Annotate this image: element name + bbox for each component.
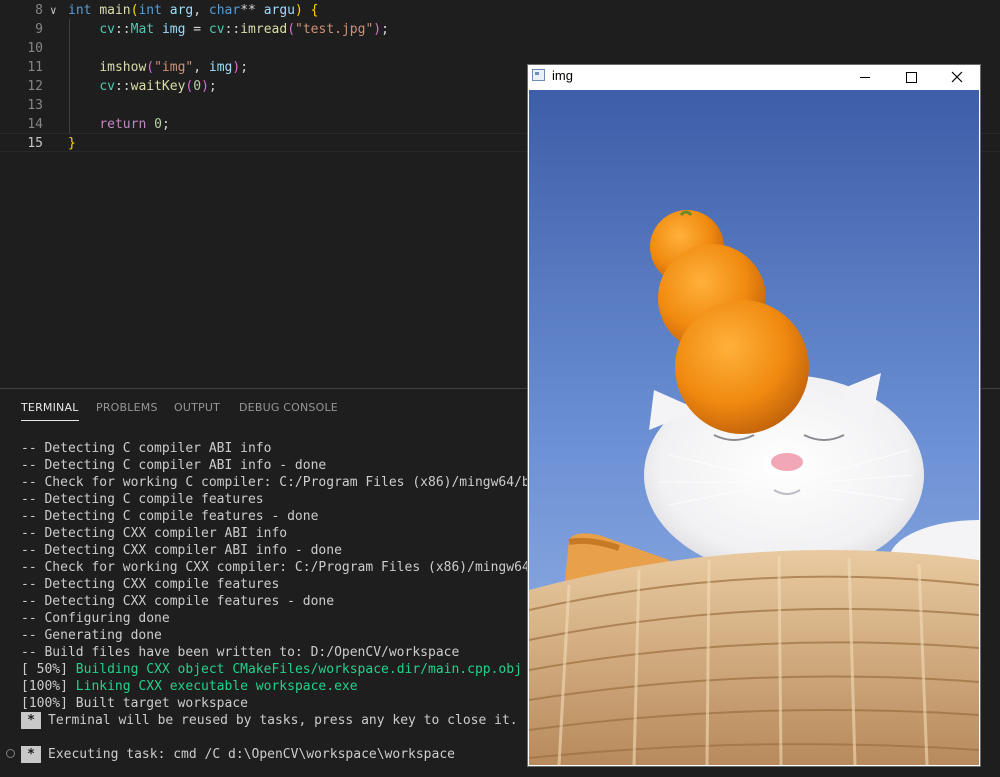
build-line: [100%] Built target workspace [21, 695, 248, 712]
line-number: 12 [27, 79, 43, 94]
line-number: 13 [27, 98, 43, 113]
tab-debug-console[interactable]: DEBUG CONSOLE [239, 401, 338, 414]
window-titlebar[interactable]: img [528, 65, 980, 90]
close-icon[interactable] [934, 65, 980, 90]
code-text: cv::waitKey(0); [99, 79, 217, 94]
code-text: cv::Mat img = cv::imread("test.jpg"); [99, 22, 389, 37]
terminal-line: -- Configuring done [21, 611, 170, 626]
code-text: return 0; [99, 117, 170, 132]
terminal-line: -- Generating done [21, 628, 162, 643]
build-message: Built target workspace [75, 696, 248, 711]
build-message: Building CXX object CMakeFiles/workspace… [75, 662, 522, 677]
task-star-badge: * [21, 746, 41, 763]
code-line[interactable]: 9 cv::Mat img = cv::imread("test.jpg"); [0, 20, 1000, 39]
reuse-message: Terminal will be reused by tasks, press … [48, 713, 518, 728]
window-app-icon [532, 69, 545, 81]
terminal-line: -- Detecting C compiler ABI info - done [21, 458, 327, 473]
code-line[interactable]: 10 [0, 39, 1000, 58]
image-display [529, 90, 979, 765]
code-text: imshow("img", img); [99, 60, 249, 75]
task-star-badge: * [21, 712, 41, 729]
minimize-icon[interactable] [842, 65, 888, 90]
build-progress: [100%] [21, 679, 76, 694]
tab-problems[interactable]: PROBLEMS [96, 401, 158, 414]
terminal-line: -- Detecting CXX compiler ABI info [21, 526, 288, 541]
terminal-line: -- Detecting C compile features - done [21, 509, 319, 524]
opencv-image-window[interactable]: img [528, 65, 980, 766]
tab-terminal[interactable]: TERMINAL [21, 401, 79, 421]
build-progress: [100%] [21, 696, 76, 711]
line-number: 11 [27, 60, 43, 75]
code-text: int main(int arg, char** argu) { [68, 3, 319, 18]
terminal-line: -- Build files have been written to: D:/… [21, 645, 460, 660]
code-text: } [68, 136, 76, 151]
terminal-line: -- Detecting CXX compile features [21, 577, 280, 592]
code-line[interactable]: 8 ∨ int main(int arg, char** argu) { [0, 1, 1000, 20]
cat-with-oranges-photo [529, 90, 979, 765]
line-number: 9 [35, 22, 43, 37]
line-number: 10 [27, 41, 43, 56]
terminal-line: -- Detecting C compiler ABI info [21, 441, 272, 456]
build-progress: [ 50%] [21, 662, 76, 677]
maximize-icon[interactable] [888, 65, 934, 90]
terminal-line: -- Detecting C compile features [21, 492, 264, 507]
terminal-reuse-line: * Terminal will be reused by tasks, press… [21, 712, 518, 729]
line-number: 15 [27, 136, 43, 151]
build-message: Linking CXX executable workspace.exe [75, 679, 358, 694]
fold-chevron-down-icon[interactable]: ∨ [50, 1, 64, 20]
terminal-exec-line: * Executing task: cmd /C d:\OpenCV\worksp… [21, 746, 455, 763]
build-line: [100%] Linking CXX executable workspace.… [21, 678, 358, 695]
task-status-circle-icon [6, 749, 15, 758]
terminal-line: -- Detecting CXX compile features - done [21, 594, 335, 609]
terminal-line: -- Detecting CXX compiler ABI info - don… [21, 543, 342, 558]
line-number: 8 [35, 3, 43, 18]
exec-message: Executing task: cmd /C d:\OpenCV\workspa… [48, 747, 455, 762]
tab-output[interactable]: OUTPUT [174, 401, 220, 414]
line-number: 14 [27, 117, 43, 132]
window-title: img [552, 68, 573, 83]
build-line: [ 50%] Building CXX object CMakeFiles/wo… [21, 661, 522, 678]
